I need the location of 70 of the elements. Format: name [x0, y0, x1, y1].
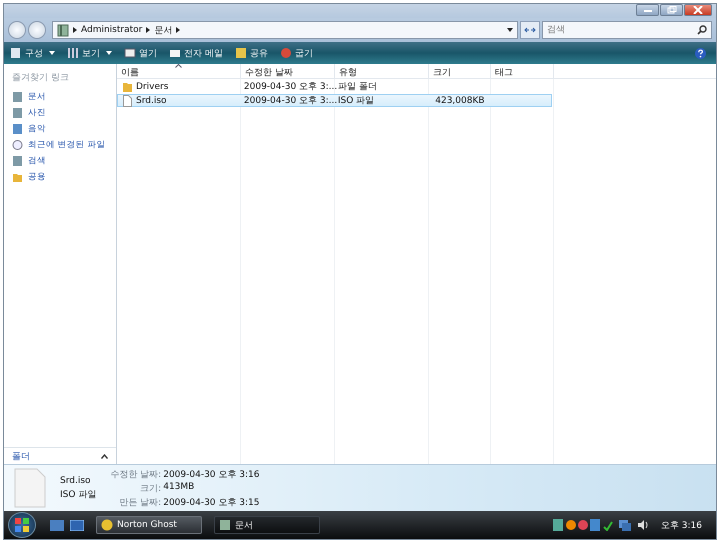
toolbar-button[interactable]: 보기 — [65, 44, 114, 62]
minimize-button[interactable] — [636, 4, 659, 16]
close-button[interactable] — [684, 4, 712, 16]
desktop-icon[interactable] — [50, 520, 64, 530]
property-value: 413MB — [163, 482, 196, 494]
dropdown-arrow-icon — [106, 51, 112, 55]
file-row[interactable]: Drivers 2009-04-30 오후 3:...파일 폴더 — [117, 80, 552, 93]
document-icon — [12, 107, 23, 119]
sidebar-item[interactable]: 검색 — [4, 153, 116, 169]
toolbar-button[interactable]: 열기 — [122, 44, 159, 62]
forward-button[interactable] — [28, 21, 46, 39]
breadcrumb[interactable]: 문서 — [154, 24, 172, 36]
toolbar-button[interactable]: 굽기 — [278, 44, 315, 62]
clock[interactable]: 오후 3:16 — [660, 518, 702, 532]
view-icon — [67, 47, 79, 59]
app-icon — [101, 519, 113, 531]
column-header[interactable]: 크기 — [429, 64, 491, 78]
breadcrumb-arrow-icon — [176, 27, 180, 33]
back-button[interactable] — [8, 21, 26, 39]
taskbar-button[interactable]: Norton Ghost — [96, 516, 202, 534]
minimize-icon — [642, 7, 652, 13]
document-icon — [12, 91, 23, 103]
start-button[interactable] — [8, 512, 36, 538]
sidebar-title: 즐겨찾기 링크 — [11, 72, 70, 85]
column-header[interactable]: 유형 — [335, 64, 429, 78]
chevron-up-icon — [101, 454, 108, 458]
property-value: 2009-04-30 오후 3:16 — [163, 468, 260, 480]
file-icon — [122, 94, 133, 106]
volume-icon[interactable] — [636, 519, 649, 531]
column-header[interactable]: 이름 — [117, 64, 241, 78]
column-header[interactable]: 수정한 날짜 — [241, 64, 335, 78]
property-value: 2009-04-30 오후 3:15 — [163, 496, 260, 508]
windows-flag-icon — [14, 517, 30, 533]
sidebar-item[interactable]: 공용 — [4, 169, 116, 185]
address-bar[interactable]: Administrator 문서 — [52, 21, 518, 39]
property-label: 만든 날짜: — [118, 496, 162, 508]
network-icon[interactable] — [618, 519, 631, 531]
sidebar-item[interactable]: 사진 — [4, 105, 116, 121]
file-type: ISO 파일 — [60, 488, 96, 500]
folder-view-icon — [219, 519, 231, 531]
file-icon — [14, 468, 46, 508]
file-row[interactable]: Srd.iso 2009-04-30 오후 3:...ISO 파일 423,008KB — [117, 94, 552, 107]
tray-icons-drawing — [552, 519, 613, 531]
close-icon — [693, 6, 703, 14]
breadcrumb-arrow-icon — [73, 27, 77, 33]
column-header[interactable]: 태그 — [491, 64, 554, 78]
sidebar-item[interactable]: 음악 — [4, 121, 116, 137]
toolbar-button[interactable]: 전자 메일 — [167, 44, 225, 62]
property-label: 수정한 날짜: — [110, 468, 162, 480]
sidebar-item[interactable]: 문서 — [4, 89, 116, 105]
taskbar-button[interactable]: 문서 — [214, 516, 320, 534]
help-icon[interactable] — [695, 48, 706, 58]
sidebar-item[interactable]: 최근에 변경된 파일 — [4, 137, 116, 153]
dropdown-arrow-icon — [49, 51, 55, 55]
breadcrumb[interactable]: Administrator — [81, 25, 142, 35]
toolbar-button[interactable]: 공유 — [232, 44, 270, 62]
refresh-button[interactable] — [520, 21, 540, 39]
breadcrumb-arrow-icon — [146, 27, 150, 33]
search-field[interactable]: 검색 — [542, 21, 712, 39]
folder-view-icon — [57, 24, 69, 36]
restore-icon — [666, 6, 676, 14]
toolbar-button[interactable]: 구성 — [8, 44, 57, 62]
window-switch-icon[interactable] — [70, 520, 84, 530]
refresh-icon — [524, 25, 536, 35]
property-label: 크기: — [139, 482, 162, 494]
folder-icon — [12, 171, 23, 183]
dropdown-arrow-icon[interactable] — [507, 28, 513, 32]
restore-button[interactable] — [660, 4, 683, 16]
folder-icon — [122, 80, 133, 92]
file-name: Srd.iso — [60, 476, 92, 486]
